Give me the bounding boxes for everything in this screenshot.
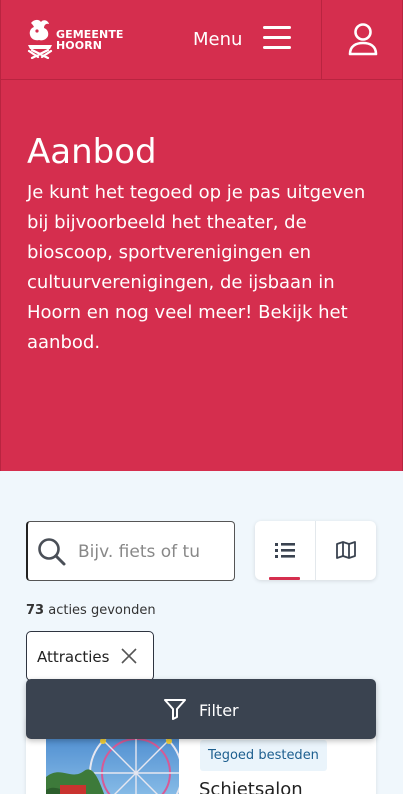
search-icon: [38, 538, 66, 566]
active-filter-chip[interactable]: Attracties: [26, 631, 154, 681]
page-description: Je kunt het tegoed op je pas uitgeven bi…: [27, 182, 366, 353]
gemeente-hoorn-logo[interactable]: GEMEENTE HOORN: [25, 17, 125, 59]
header-divider: [321, 0, 322, 79]
menu-label[interactable]: Menu: [193, 29, 242, 50]
result-count-label: acties gevonden: [48, 603, 156, 618]
result-count: 73 acties gevonden: [26, 603, 156, 618]
top-navigation-bar: GEMEENTE HOORN Menu: [0, 0, 403, 79]
logo-text: GEMEENTE HOORN: [56, 28, 124, 52]
filter-chip-label: Attracties: [37, 648, 110, 666]
result-count-number: 73: [26, 603, 45, 618]
page-title: Aanbod: [27, 132, 157, 172]
list-view-button[interactable]: [255, 521, 315, 580]
card-title[interactable]: Schietsalon: [199, 779, 303, 794]
user-icon[interactable]: [347, 22, 379, 56]
search-field[interactable]: [26, 521, 235, 581]
active-view-indicator: [269, 577, 300, 580]
hamburger-icon[interactable]: [263, 26, 291, 50]
hoorn-logo-icon: [27, 19, 53, 59]
map-view-button[interactable]: [316, 521, 376, 580]
close-icon[interactable]: [120, 647, 138, 665]
filter-button-label: Filter: [199, 701, 239, 720]
map-view-icon: [336, 541, 356, 559]
search-input[interactable]: [78, 537, 202, 567]
filter-icon: [164, 699, 186, 720]
card-badge: Tegoed besteden: [200, 740, 327, 771]
list-view-icon: [275, 543, 295, 558]
hero-banner: Aanbod Je kunt het tegoed op je pas uitg…: [0, 79, 403, 471]
view-toggle: [255, 521, 376, 580]
filter-button[interactable]: Filter: [26, 679, 376, 739]
